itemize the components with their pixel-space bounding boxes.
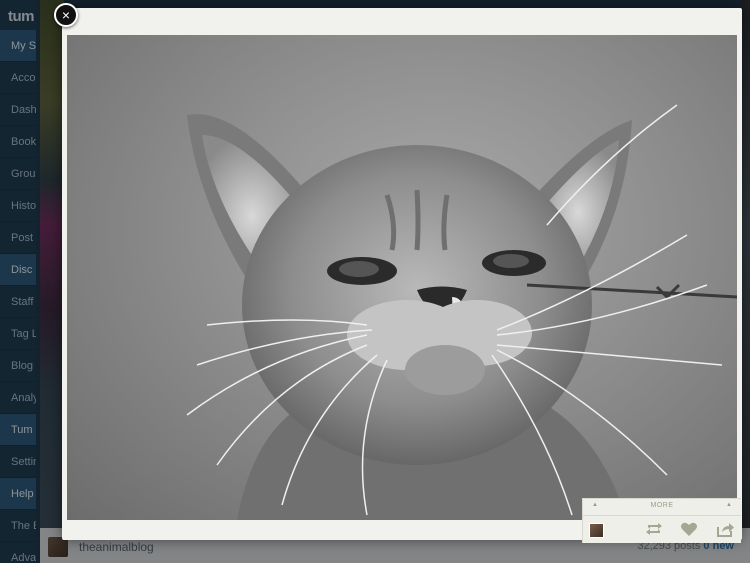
share-icon[interactable] <box>716 521 734 537</box>
reblog-icon[interactable] <box>645 521 663 537</box>
photo-action-bar: ▲ MORE ▲ <box>582 498 741 543</box>
cat-photo <box>67 35 737 520</box>
more-label: MORE <box>650 502 674 509</box>
cat-photo-drawing <box>186 104 737 520</box>
heart-icon[interactable] <box>680 521 698 537</box>
close-icon: × <box>61 7 71 23</box>
poster-avatar[interactable] <box>589 523 604 538</box>
more-toggle[interactable]: ▲ MORE ▲ <box>583 499 741 516</box>
caret-up-icon-right: ▲ <box>726 502 732 508</box>
photo-lightbox: ▲ MORE ▲ <box>62 8 742 543</box>
close-button[interactable]: × <box>54 3 78 27</box>
